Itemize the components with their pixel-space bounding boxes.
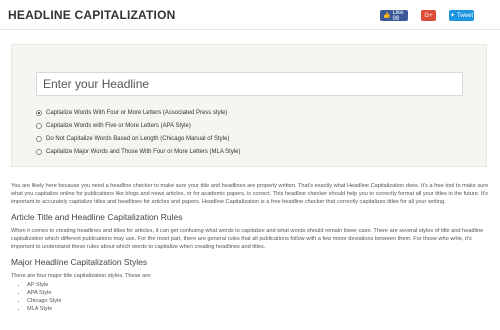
style-option-label: Capitalize Words With Four or More Lette… [46, 109, 228, 116]
list-item: AP Style [27, 281, 489, 289]
google-plus-label: G+ [424, 12, 433, 19]
headline-input[interactable] [36, 72, 463, 96]
list-item: MLA Style [27, 305, 489, 313]
style-option-label: Capitalize Words with Five or More Lette… [46, 122, 191, 129]
style-option-apa[interactable]: Capitalize Words with Five or More Lette… [36, 119, 241, 132]
style-option-ap[interactable]: Capitalize Words With Four or More Lette… [36, 106, 241, 119]
list-item: APA Style [27, 289, 489, 297]
google-plus-button[interactable]: G+ [421, 10, 436, 21]
styles-list: AP Style APA Style Chicago Style MLA Sty… [11, 281, 489, 313]
list-item: Chicago Style [27, 297, 489, 305]
rules-paragraph: When it comes to creating headlines and … [11, 228, 484, 250]
site-title[interactable]: HEADLINE CAPITALIZATION [8, 8, 175, 22]
facebook-like-button[interactable]: 👍 Like 98 [380, 9, 408, 22]
section-heading-styles: Major Headline Capitalization Styles [11, 257, 148, 267]
tweet-label: Tweet [457, 12, 474, 19]
style-options: Capitalize Words With Four or More Lette… [36, 106, 241, 158]
top-bar: HEADLINE CAPITALIZATION 👍 Like 98 G+ ✦ T… [0, 0, 500, 30]
tweet-button[interactable]: ✦ Tweet [449, 10, 474, 21]
style-option-label: Capitalize Major Words and Those With Fo… [46, 148, 241, 155]
radio-button[interactable] [36, 122, 42, 129]
thumbs-up-icon: 👍 [383, 13, 391, 19]
intro-paragraph: You are likely here because you need a h… [11, 183, 489, 205]
radio-button[interactable] [36, 148, 42, 155]
headline-checker-panel: Capitalize Words With Four or More Lette… [11, 44, 487, 167]
radio-button[interactable] [36, 109, 42, 116]
section-heading-rules: Article Title and Headline Capitalizatio… [11, 212, 183, 222]
style-option-chicago[interactable]: Do Not Capitalize Words Based on Length … [36, 132, 241, 145]
article-content: You are likely here because you need a h… [11, 182, 489, 313]
facebook-like-label: Like 98 [392, 9, 404, 22]
twitter-bird-icon: ✦ [449, 13, 456, 19]
radio-button[interactable] [36, 135, 42, 142]
style-option-label: Do Not Capitalize Words Based on Length … [46, 135, 230, 142]
styles-intro: There are four major title capitalizatio… [11, 273, 152, 279]
style-option-mla[interactable]: Capitalize Major Words and Those With Fo… [36, 145, 241, 158]
